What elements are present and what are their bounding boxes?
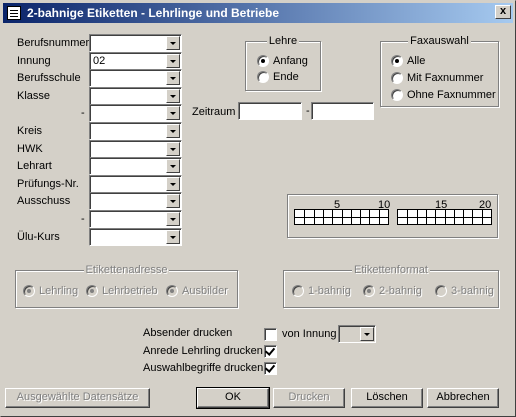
etikettenformat-group: Etikettenformat 1-bahnig 2-bahnig 3-bahn… — [283, 264, 499, 308]
grid-cell-divider — [341, 210, 343, 224]
window-title: 2-bahnige Etiketten - Lehrlinge und Betr… — [27, 6, 280, 20]
field-label-klasse: Klasse — [17, 90, 51, 102]
field-label-berufsnummer: Berufsnummer — [17, 37, 90, 49]
hwk-combo[interactable] — [89, 140, 182, 158]
zeitraum-label: Zeitraum — [192, 106, 236, 118]
radio-selected-icon[interactable] — [257, 55, 269, 67]
grid-cell-divider — [416, 210, 418, 224]
field-label-hwk: HWK — [17, 143, 43, 155]
klasse-to-combo[interactable] — [89, 104, 182, 122]
grid-cell-divider — [453, 210, 455, 224]
von-innung-checkbox[interactable] — [264, 328, 277, 341]
radio-icon[interactable] — [391, 72, 403, 84]
etikettenformat-group-title: Etikettenformat — [352, 264, 430, 276]
chevron-down-icon[interactable] — [166, 142, 180, 156]
radio-selected-icon — [86, 285, 98, 297]
von-innung-label: von Innung — [282, 328, 337, 340]
klasse-from-combo[interactable] — [89, 87, 182, 105]
pruefungs-nr-combo[interactable] — [89, 175, 182, 193]
chevron-down-icon[interactable] — [166, 177, 180, 191]
drucken-button: Drucken — [273, 388, 345, 408]
field-label-ausschuss: Ausschuss — [17, 195, 71, 207]
zeitraum-separator: - — [306, 105, 310, 117]
innung-absender-combo — [338, 325, 376, 343]
faxauswahl-group: Faxauswahl Alle Mit Faxnummer Ohne Faxnu… — [380, 35, 499, 107]
grid-cell-divider — [350, 210, 352, 224]
berufsschule-combo[interactable] — [89, 69, 182, 87]
radio-icon — [292, 285, 304, 297]
grid-cell-divider — [481, 210, 483, 224]
lehre-group: Lehre Anfang Ende — [245, 35, 321, 91]
chevron-down-icon[interactable] — [166, 194, 180, 208]
ok-button[interactable]: OK — [196, 387, 270, 409]
etikettenadresse-group-title: Etikettenadresse — [83, 264, 170, 276]
grid-cell-divider — [322, 210, 324, 224]
anrede-checkbox[interactable] — [264, 345, 277, 358]
berufsnummer-combo[interactable] — [89, 34, 182, 52]
chevron-down-icon[interactable] — [166, 106, 180, 120]
grid-cell-divider — [332, 210, 334, 224]
radio-selected-icon — [363, 285, 375, 297]
anrede-label: Anrede Lehrling drucken — [143, 345, 263, 357]
klasse-range-dash: - — [81, 107, 85, 119]
grid-cell-divider — [444, 210, 446, 224]
grid-cell-divider — [378, 210, 380, 224]
grid-cell-divider — [369, 210, 371, 224]
chevron-down-icon[interactable] — [166, 212, 180, 226]
absender-label: Absender drucken — [143, 327, 233, 339]
close-button[interactable]: x — [495, 5, 511, 19]
chevron-down-icon[interactable] — [166, 36, 180, 50]
grid-cell-divider — [425, 210, 427, 224]
etikettenadresse-group: Etikettenadresse Lehrling Lehrbetrieb Au… — [15, 264, 238, 308]
chevron-down-icon — [360, 327, 374, 341]
innung-combo[interactable]: 02 — [89, 52, 182, 70]
ausschuss-to-combo[interactable] — [89, 210, 182, 228]
ausgewaehlte-datensaetze-button: Ausgewählte Datensätze — [5, 388, 150, 408]
grid-cell-divider — [472, 210, 474, 224]
radio-icon[interactable] — [391, 89, 403, 101]
faxauswahl-group-title: Faxauswahl — [408, 35, 471, 47]
ausschuss-range-dash: - — [81, 213, 85, 225]
chevron-down-icon[interactable] — [166, 230, 180, 244]
grid-cell-divider — [407, 210, 409, 224]
radio-selected-icon — [166, 285, 178, 297]
chevron-down-icon[interactable] — [166, 54, 180, 68]
grid-cell-divider — [435, 210, 437, 224]
abbrechen-button[interactable]: Abbrechen — [427, 388, 499, 408]
grid-cell-divider — [304, 210, 306, 224]
lehre-group-title: Lehre — [266, 35, 300, 47]
title-bar[interactable]: 2-bahnige Etiketten - Lehrlinge und Betr… — [3, 3, 513, 23]
field-label-berufsschule: Berufsschule — [17, 72, 81, 84]
field-label-lehrart: Lehrart — [17, 160, 52, 172]
grid-cell-divider — [313, 210, 315, 224]
grid-cell-divider — [463, 210, 465, 224]
dialog-window: 2-bahnige Etiketten - Lehrlinge und Betr… — [0, 0, 516, 417]
radio-selected-icon — [23, 285, 35, 297]
field-label-pruefungs-nr: Prüfungs-Nr. — [17, 178, 79, 190]
chevron-down-icon[interactable] — [166, 71, 180, 85]
uelu-kurs-combo[interactable] — [89, 228, 182, 246]
field-label-innung: Innung — [17, 55, 51, 67]
chevron-down-icon[interactable] — [166, 124, 180, 138]
chevron-down-icon[interactable] — [166, 89, 180, 103]
radio-icon — [435, 285, 447, 297]
field-label-kreis: Kreis — [17, 125, 43, 137]
lehrart-combo[interactable] — [89, 157, 182, 175]
chevron-down-icon[interactable] — [166, 159, 180, 173]
kreis-combo[interactable] — [89, 122, 182, 140]
label-position-frame: 5 10 15 20 — [287, 194, 498, 238]
radio-icon[interactable] — [257, 71, 269, 83]
label-grid-left[interactable] — [294, 209, 389, 225]
auswahlbegriffe-checkbox[interactable] — [264, 362, 277, 375]
zeitraum-from-field[interactable] — [238, 102, 302, 120]
app-icon — [7, 6, 21, 20]
ausschuss-from-combo[interactable] — [89, 192, 182, 210]
label-grid-right[interactable] — [397, 209, 492, 225]
loeschen-button[interactable]: Löschen — [351, 388, 423, 408]
radio-selected-icon[interactable] — [391, 55, 403, 67]
zeitraum-to-field[interactable] — [311, 102, 374, 120]
grid-cell-divider — [360, 210, 362, 224]
field-label-uelu-kurs: Ülu-Kurs — [17, 231, 60, 243]
auswahlbegriffe-label: Auswahlbegriffe drucken — [143, 362, 264, 374]
